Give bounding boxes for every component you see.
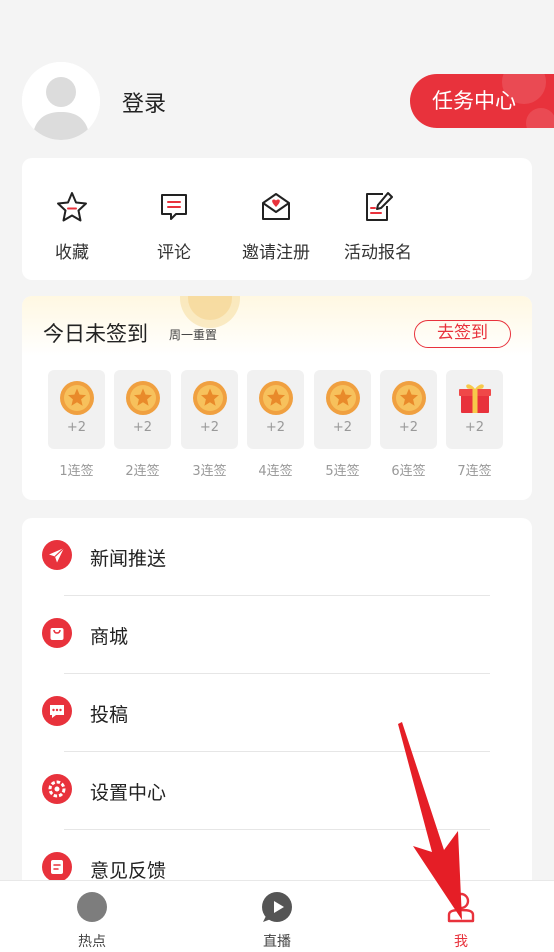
sign-in-button[interactable]: 去签到 <box>414 320 511 348</box>
gift-icon <box>459 384 491 413</box>
tab-me[interactable]: 我 <box>401 881 521 952</box>
sign-day-1: +2 <box>48 370 105 449</box>
coin-icon <box>392 381 426 415</box>
sign-day-label: 7连签 <box>457 464 492 479</box>
quick-item-label: 邀请注册 <box>242 243 310 263</box>
sign-day-3: +2 <box>181 370 238 449</box>
invite-envelope-icon <box>262 193 290 220</box>
sign-day-label: 3连签 <box>192 464 227 479</box>
tab-label: 我 <box>454 934 468 950</box>
menu-item-mall[interactable]: 商城 <box>22 596 532 674</box>
menu-item-settings[interactable]: 设置中心 <box>22 752 532 830</box>
coin-icon <box>126 381 160 415</box>
coin-icon <box>259 381 293 415</box>
sign-in-status-title: 今日未签到 <box>43 322 148 346</box>
hot-icon <box>77 892 107 922</box>
quick-item-label: 评论 <box>157 243 191 263</box>
sign-day-label: 4连签 <box>258 464 293 479</box>
signup-form-icon <box>366 192 393 221</box>
menu-item-label: 意见反馈 <box>90 860 167 882</box>
sign-day-label: 1连签 <box>59 464 94 479</box>
quick-item-event-signup[interactable]: 活动报名 <box>328 190 428 263</box>
menu-item-news-push[interactable]: 新闻推送 <box>22 518 532 596</box>
faded-coin-decoration-icon <box>180 296 240 328</box>
star-icon <box>57 192 87 222</box>
paper-plane-icon <box>42 540 72 570</box>
sign-day-label: 2连签 <box>125 464 160 479</box>
task-center-button[interactable]: 任务中心 <box>410 74 554 128</box>
task-center-label: 任务中心 <box>432 89 516 113</box>
menu-item-label: 新闻推送 <box>90 548 167 570</box>
quick-item-favorites[interactable]: 收藏 <box>22 190 122 263</box>
menu-item-label: 商城 <box>90 626 129 648</box>
coin-icon <box>193 381 227 415</box>
gear-icon <box>42 774 72 804</box>
sign-day-points: +2 <box>398 420 419 435</box>
quick-item-comments[interactable]: 评论 <box>124 190 224 263</box>
quick-item-label: 收藏 <box>55 243 89 263</box>
coin-icon <box>326 381 360 415</box>
user-icon <box>447 892 475 923</box>
shopping-bag-icon <box>42 618 72 648</box>
bubble-decoration <box>526 108 554 128</box>
default-avatar-icon <box>22 62 100 140</box>
menu-item-submit-article[interactable]: 投稿 <box>22 674 532 752</box>
avatar[interactable] <box>22 62 100 140</box>
sign-in-reset-note: 周一重置 <box>169 328 218 342</box>
sign-day-5: +2 <box>314 370 371 449</box>
message-dots-icon <box>42 696 72 726</box>
coin-icon <box>60 381 94 415</box>
feedback-icon <box>42 852 72 882</box>
sign-day-points: +2 <box>199 420 220 435</box>
quick-item-label: 活动报名 <box>344 243 412 263</box>
sign-day-points: +2 <box>332 420 353 435</box>
tab-live[interactable]: 直播 <box>217 881 337 952</box>
comment-icon <box>161 194 187 220</box>
tab-label: 热点 <box>78 934 106 950</box>
quick-actions-card: 收藏 评论 邀请注册 活动报名 <box>22 158 532 280</box>
profile-header: 登录 任务中心 <box>0 0 554 150</box>
settings-menu-card: 新闻推送 商城 投稿 设置中心 意见反馈 <box>22 518 532 898</box>
sign-in-card: 今日未签到 周一重置 去签到 +2 +2 +2 +2 +2 +2 +2 1连签 … <box>22 296 532 500</box>
sign-day-label: 5连签 <box>325 464 360 479</box>
sign-day-label: 6连签 <box>391 464 426 479</box>
sign-day-6: +2 <box>380 370 437 449</box>
sign-day-4: +2 <box>247 370 304 449</box>
menu-item-label: 投稿 <box>90 704 129 726</box>
menu-item-label: 设置中心 <box>90 782 167 804</box>
tab-hot[interactable]: 热点 <box>32 881 152 952</box>
login-link[interactable]: 登录 <box>122 86 166 118</box>
sign-day-7: +2 <box>446 370 503 449</box>
sign-day-points: +2 <box>464 420 485 435</box>
play-icon <box>262 892 292 922</box>
bottom-tab-bar: 热点 直播 我 <box>0 880 554 952</box>
sign-day-2: +2 <box>114 370 171 449</box>
sign-day-points: +2 <box>66 420 87 435</box>
tab-label: 直播 <box>263 934 291 950</box>
quick-item-invite[interactable]: 邀请注册 <box>226 190 326 263</box>
sign-day-points: +2 <box>132 420 153 435</box>
sign-day-points: +2 <box>265 420 286 435</box>
